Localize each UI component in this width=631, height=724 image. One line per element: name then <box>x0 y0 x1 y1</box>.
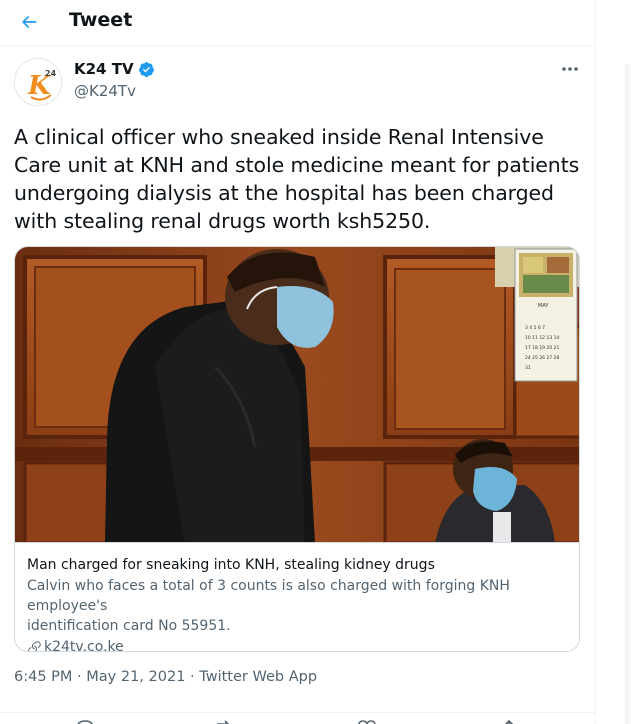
tweet-column: Tweet K 24 K24 TV @K24Tv A clinical offi… <box>0 0 596 724</box>
k24-logo: K 24 <box>15 59 61 105</box>
like-icon[interactable] <box>356 719 378 724</box>
tweet-text-line: A clinical officer who sneaked inside Re… <box>14 125 544 149</box>
tweet-text-line: with stealing renal drugs worth ksh5250. <box>14 209 431 233</box>
svg-text:10 11 12 13 14: 10 11 12 13 14 <box>525 335 559 341</box>
retweet-icon[interactable] <box>214 719 236 724</box>
reply-icon[interactable] <box>74 719 96 724</box>
card-description-line: identification card No 55951. <box>27 618 231 634</box>
svg-text:17 18 19 20 21: 17 18 19 20 21 <box>525 345 559 351</box>
tweet-time[interactable]: 6:45 PM <box>14 669 72 685</box>
svg-text:31: 31 <box>525 365 531 371</box>
tweet-meta: 6:45 PM · May 21, 2021 · Twitter Web App <box>14 669 317 685</box>
link-icon <box>28 640 41 651</box>
card-image[interactable]: MAY 3 4 5 6 7 10 11 12 13 14 17 18 19 20… <box>15 247 579 543</box>
author-name-row: K24 TV <box>74 60 155 78</box>
card-description-line: Calvin who faces a total of 3 counts is … <box>27 578 510 614</box>
share-icon[interactable] <box>498 719 520 724</box>
verified-badge-icon <box>138 61 154 77</box>
tweet-header: Tweet <box>0 0 596 46</box>
courtroom-photo: MAY 3 4 5 6 7 10 11 12 13 14 17 18 19 20… <box>15 247 579 542</box>
svg-text:MAY: MAY <box>538 303 549 309</box>
tweet-date[interactable]: May 21, 2021 <box>86 669 185 685</box>
author-name[interactable]: K24 TV <box>74 60 134 78</box>
card-title: Man charged for sneaking into KNH, steal… <box>27 557 435 573</box>
tweet-text-line: undergoing dialysis at the hospital has … <box>14 181 554 205</box>
link-card[interactable]: MAY 3 4 5 6 7 10 11 12 13 14 17 18 19 20… <box>14 246 580 652</box>
meta-separator: · <box>185 669 200 685</box>
meta-separator: · <box>72 669 87 685</box>
more-button[interactable] <box>556 58 584 80</box>
page-title: Tweet <box>69 9 133 31</box>
card-domain-text: k24tv.co.ke <box>44 639 124 652</box>
right-sidebar <box>597 0 631 724</box>
tweet-text-line: Care unit at KNH and stole medicine mean… <box>14 153 580 177</box>
tweet-source[interactable]: Twitter Web App <box>199 669 317 685</box>
back-arrow-icon <box>22 16 37 28</box>
svg-text:24: 24 <box>45 69 57 78</box>
tweet-text: A clinical officer who sneaked inside Re… <box>14 123 586 235</box>
card-description: Calvin who faces a total of 3 counts is … <box>27 576 569 636</box>
avatar[interactable]: K 24 <box>14 58 62 106</box>
more-icon <box>562 67 578 71</box>
sidebar-panel-edge <box>625 64 631 724</box>
card-body: Man charged for sneaking into KNH, steal… <box>15 543 579 652</box>
card-domain: k24tv.co.ke <box>27 639 569 652</box>
action-bar <box>0 712 596 724</box>
author-handle[interactable]: @K24Tv <box>74 82 136 100</box>
svg-text:3 4 5 6 7: 3 4 5 6 7 <box>525 325 545 331</box>
back-button[interactable] <box>12 5 46 39</box>
svg-text:24 25 26 27 28: 24 25 26 27 28 <box>525 355 559 361</box>
